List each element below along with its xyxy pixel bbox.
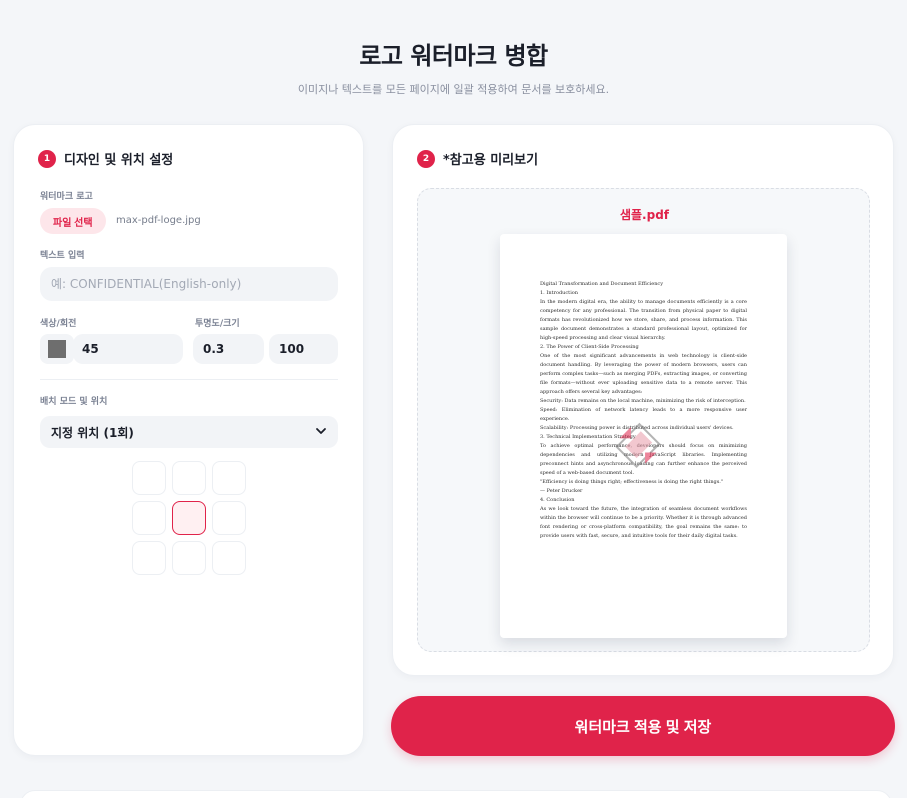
color-picker[interactable] [40, 334, 74, 364]
chevron-down-icon [315, 425, 327, 440]
preview-card: 2 *참고용 미리보기 샘플.pdf Digital Transformatio… [392, 124, 894, 676]
position-bottom-right[interactable] [212, 541, 246, 575]
position-top-right[interactable] [212, 461, 246, 495]
document-line: In the modern digital era, the ability t… [540, 299, 747, 341]
rotation-input[interactable]: 45 [73, 334, 183, 364]
document-line: "Efficiency is doing things right; effec… [540, 479, 724, 485]
bottom-section-card [20, 790, 892, 798]
preview-file-name: 샘플.pdf [619, 208, 670, 222]
color-rotate-label: 색상/회전 [40, 319, 77, 329]
document-line: 4. Conclusion [540, 497, 575, 503]
page-header: 로고 워터마크 병합 이미지나 텍스트를 모든 페이지에 일괄 적용하여 문서를… [0, 36, 907, 97]
opacity-size-label: 투명도/크기 [195, 319, 240, 329]
position-top-left[interactable] [132, 461, 166, 495]
position-top-center[interactable] [172, 461, 206, 495]
opacity-input[interactable]: 0.3 [193, 334, 264, 364]
document-line: As we look toward the future, the integr… [540, 506, 747, 539]
selected-file-name: max-pdf-loge.jpg [116, 215, 201, 226]
page-title: 로고 워터마크 병합 [359, 42, 548, 70]
position-middle-left[interactable] [132, 501, 166, 535]
preview-area: 샘플.pdf Digital Transformation and Docume… [417, 188, 870, 652]
section-divider [40, 379, 338, 380]
document-line: One of the most significant advancements… [540, 353, 747, 395]
design-title: 디자인 및 위치 설정 [64, 153, 174, 168]
document-line: Digital Transformation and Document Effi… [540, 281, 664, 287]
design-settings-card: 1 디자인 및 위치 설정 워터마크 로고 파일 선택 max-pdf-loge… [13, 124, 364, 756]
text-label: 텍스트 입력 [40, 251, 85, 261]
preview-section-title: 2 *참고용 미리보기 [417, 149, 538, 168]
position-bottom-center[interactable] [172, 541, 206, 575]
watermark-logo-icon [615, 422, 661, 469]
position-center[interactable] [172, 501, 206, 535]
color-swatch [48, 340, 66, 358]
design-section-title: 1 디자인 및 위치 설정 [38, 149, 173, 168]
size-input[interactable]: 100 [269, 334, 338, 364]
placement-mode-value: 지정 위치 (1회) [51, 425, 134, 440]
step-badge-2: 2 [417, 149, 435, 168]
document-line: 1. Introduction [540, 290, 579, 296]
placement-label: 배치 모드 및 위치 [40, 397, 108, 407]
step-badge-1: 1 [38, 149, 56, 168]
document-line: 2. The Power of Client-Side Processing [540, 344, 639, 350]
position-middle-right[interactable] [212, 501, 246, 535]
position-bottom-left[interactable] [132, 541, 166, 575]
document-line: Security: Data remains on the local mach… [540, 398, 746, 404]
page-subtitle: 이미지나 텍스트를 모든 페이지에 일괄 적용하여 문서를 보호하세요. [297, 83, 610, 96]
file-select-button[interactable]: 파일 선택 [40, 208, 106, 234]
placement-mode-select[interactable]: 지정 위치 (1회) [40, 416, 338, 448]
document-line: — Peter Drucker [540, 488, 583, 494]
position-grid [132, 461, 246, 575]
apply-and-save-button[interactable]: 워터마크 적용 및 저장 [391, 696, 895, 756]
preview-page: Digital Transformation and Document Effi… [500, 234, 787, 638]
watermark-text-input[interactable] [40, 267, 338, 301]
logo-label: 워터마크 로고 [40, 192, 93, 202]
preview-title: *참고용 미리보기 [443, 153, 539, 168]
